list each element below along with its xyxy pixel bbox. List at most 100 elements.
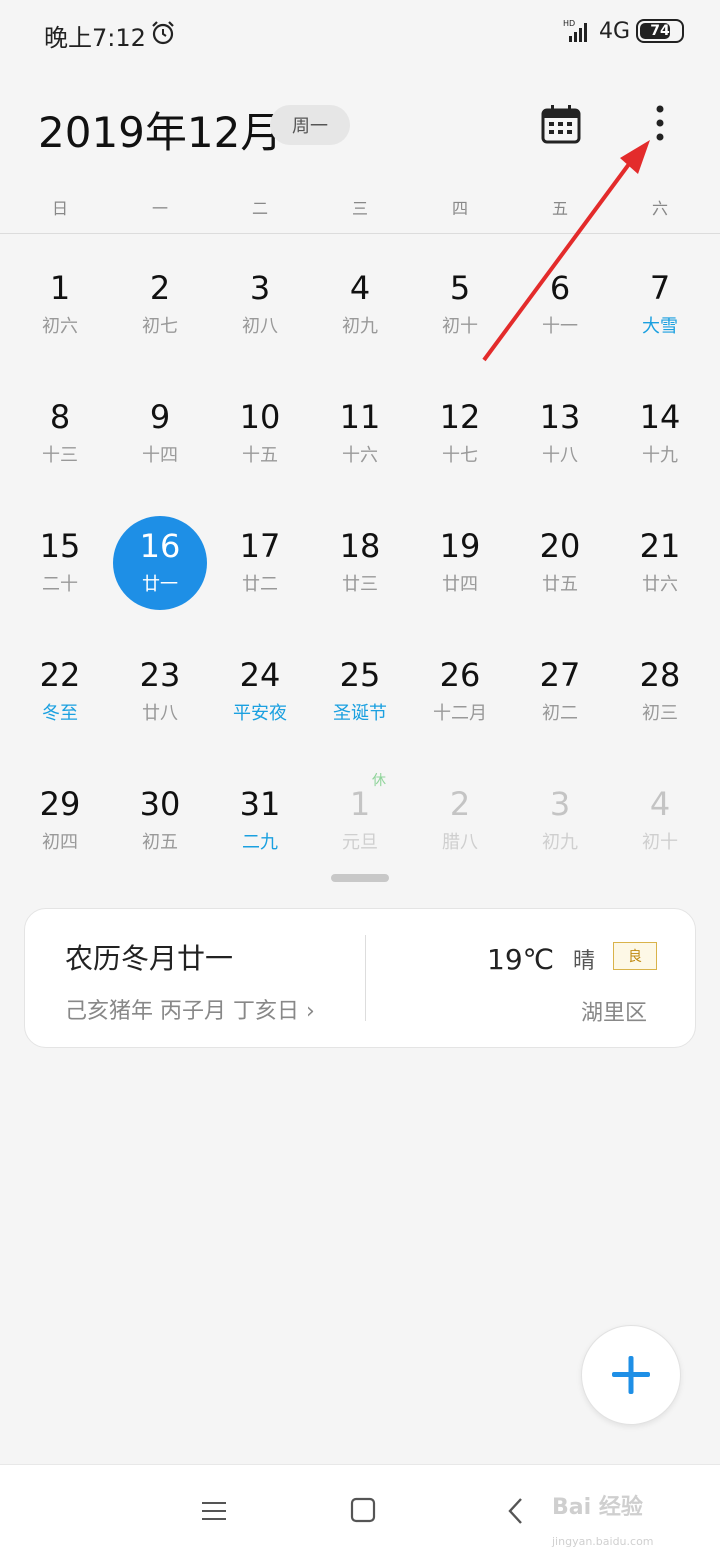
day-number: 30 <box>139 785 181 823</box>
navigation-bar: Bai 经验 jingyan.baidu.com <box>0 1464 720 1561</box>
day-number: 1 <box>349 785 371 823</box>
day-number: 9 <box>149 398 171 436</box>
day-cell[interactable]: 19 廿四 <box>410 516 510 645</box>
day-number: 25 <box>339 656 381 694</box>
day-cell[interactable]: 10 十五 <box>210 387 310 516</box>
day-cell[interactable]: 2 初七 <box>110 258 210 387</box>
lunar-label: 元旦 <box>342 832 378 853</box>
lunar-label: 廿六 <box>642 574 678 595</box>
district: 湖里区 <box>581 1001 648 1026</box>
lunar-label: 初九 <box>342 316 378 337</box>
day-cell[interactable]: 27 初二 <box>510 645 610 774</box>
day-number: 2 <box>149 269 171 307</box>
day-cell[interactable]: 17 廿二 <box>210 516 310 645</box>
watermark-sub: jingyan.baidu.com <box>552 1535 654 1548</box>
lunar-label: 初七 <box>142 316 178 337</box>
day-number: 28 <box>639 656 681 694</box>
day-cell[interactable]: 24 平安夜 <box>210 645 310 774</box>
weekday-label: 日 <box>51 199 68 218</box>
network-type: 4G <box>598 18 630 44</box>
day-number: 3 <box>549 785 571 823</box>
day-number: 29 <box>39 785 81 823</box>
day-cell[interactable]: 23 廿八 <box>110 645 210 774</box>
add-event-button[interactable] <box>581 1325 681 1425</box>
day-cell[interactable]: 31 二九 <box>210 774 310 903</box>
day-cell[interactable]: 29 初四 <box>10 774 110 903</box>
lunar-label: 廿一 <box>142 574 178 595</box>
day-cell[interactable]: 21 廿六 <box>610 516 710 645</box>
day-cell[interactable]: 14 十九 <box>610 387 710 516</box>
lunar-label: 十九 <box>642 445 678 466</box>
lunar-label: 廿三 <box>342 574 378 595</box>
weather-condition: 晴 <box>573 949 596 974</box>
weekday-label: 三 <box>351 199 368 218</box>
battery-level: 74 <box>650 23 670 39</box>
day-cell[interactable]: 12 十七 <box>410 387 510 516</box>
day-number: 22 <box>39 656 81 694</box>
day-cell[interactable]: 9 十四 <box>110 387 210 516</box>
day-cell[interactable]: 13 十八 <box>510 387 610 516</box>
hd-signal-icon: HD <box>563 19 587 42</box>
day-cell[interactable]: 8 十三 <box>10 387 110 516</box>
plus-icon <box>612 1356 650 1394</box>
day-number: 13 <box>539 398 581 436</box>
day-cell[interactable]: 2 腊八 <box>410 774 510 903</box>
aqi-badge: 良 <box>613 942 657 970</box>
lunar-label: 圣诞节 <box>333 703 387 724</box>
day-cell[interactable]: 3 初九 <box>510 774 610 903</box>
day-number: 31 <box>239 785 281 823</box>
watermark: Bai 经验 <box>552 1495 643 1520</box>
home-square-icon[interactable] <box>350 1497 376 1523</box>
day-cell[interactable]: 3 初八 <box>210 258 310 387</box>
day-number: 18 <box>339 527 381 565</box>
lunar-label: 十二月 <box>433 703 487 724</box>
alarm-clock-icon <box>152 21 174 45</box>
lunar-label: 初八 <box>242 316 278 337</box>
day-number: 23 <box>139 656 181 694</box>
day-cell[interactable]: 26 十二月 <box>410 645 510 774</box>
day-number: 19 <box>439 527 481 565</box>
lunar-label: 十四 <box>142 445 178 466</box>
day-number: 16 <box>139 527 181 565</box>
day-number: 24 <box>239 656 281 694</box>
holiday-badge: 休 <box>372 773 386 789</box>
day-number: 26 <box>439 656 481 694</box>
svg-text:HD: HD <box>563 19 575 28</box>
back-icon[interactable] <box>505 1497 527 1525</box>
day-cell[interactable]: 1 初六 <box>10 258 110 387</box>
menu-icon[interactable] <box>200 1497 228 1525</box>
lunar-label: 腊八 <box>442 832 478 853</box>
day-cell[interactable]: 1 元旦 休 <box>310 773 410 903</box>
lunar-label: 初六 <box>42 316 78 337</box>
day-number: 27 <box>539 656 581 694</box>
day-cell[interactable]: 11 十六 <box>310 387 410 516</box>
day-cell[interactable]: 4 初九 <box>310 258 410 387</box>
lunar-weather-card[interactable]: 农历冬月廿一 己亥猪年 丙子月 丁亥日 › 19℃ 晴 良 湖里区 <box>24 908 696 1048</box>
month-title[interactable]: 2019年12月 <box>38 99 282 160</box>
lunar-label: 平安夜 <box>233 703 287 724</box>
day-cell[interactable]: 4 初十 <box>610 774 710 903</box>
day-number: 20 <box>539 527 581 565</box>
day-cell[interactable]: 18 廿三 <box>310 516 410 645</box>
day-cell-today[interactable]: 16 廿一 <box>110 516 210 645</box>
status-bar: 晚上7:12 HD 4G 74 <box>0 0 720 70</box>
lunar-label: 初四 <box>42 832 78 853</box>
day-cell[interactable]: 25 圣诞节 <box>310 645 410 774</box>
day-number: 21 <box>639 527 681 565</box>
day-cell[interactable]: 20 廿五 <box>510 516 610 645</box>
status-right: HD 4G 74 <box>563 18 684 44</box>
day-number: 11 <box>339 398 381 436</box>
day-cell[interactable]: 22 冬至 <box>10 645 110 774</box>
lunar-label: 廿五 <box>542 574 578 595</box>
weekday-label: 一 <box>151 199 168 218</box>
ganzhi-link[interactable]: 己亥猪年 丙子月 丁亥日 › <box>65 993 315 1025</box>
drag-handle[interactable] <box>331 874 389 882</box>
weekday-label: 二 <box>251 199 268 218</box>
day-cell[interactable]: 15 二十 <box>10 516 110 645</box>
lunar-label: 廿二 <box>242 574 278 595</box>
lunar-label: 廿八 <box>142 703 178 724</box>
day-cell[interactable]: 30 初五 <box>110 774 210 903</box>
day-number: 14 <box>639 398 681 436</box>
week-start-chip[interactable]: 周一 <box>270 105 350 145</box>
day-cell[interactable]: 28 初三 <box>610 645 710 774</box>
